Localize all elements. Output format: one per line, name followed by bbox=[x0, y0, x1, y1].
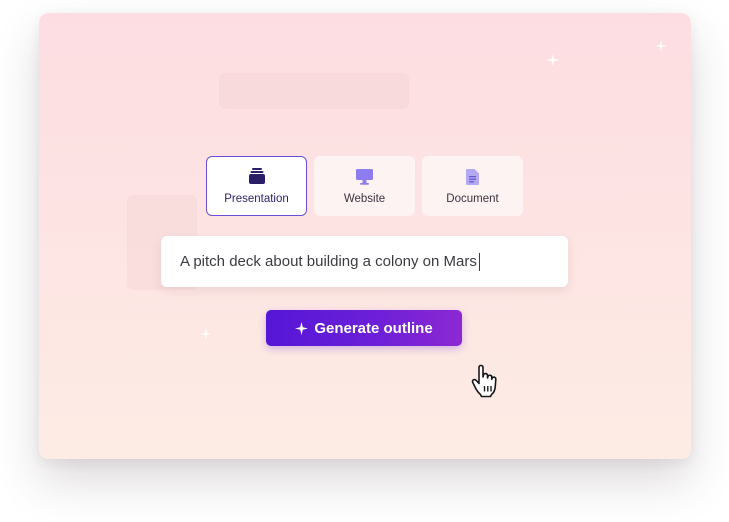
tab-document[interactable]: Document bbox=[422, 156, 523, 216]
tab-website[interactable]: Website bbox=[314, 156, 415, 216]
prompt-input[interactable]: A pitch deck about building a colony on … bbox=[161, 236, 568, 287]
document-icon bbox=[464, 168, 482, 186]
generate-outline-button[interactable]: Generate outline bbox=[266, 310, 462, 346]
generate-label: Generate outline bbox=[314, 319, 433, 337]
hand-pointer-icon bbox=[471, 364, 497, 398]
sparkle-decoration-icon bbox=[200, 328, 212, 340]
monitor-icon bbox=[356, 168, 374, 186]
tab-label: Document bbox=[446, 192, 499, 205]
sparkle-decoration-icon bbox=[546, 53, 560, 67]
prompt-text: A pitch deck about building a colony on … bbox=[180, 253, 477, 270]
sparkle-icon bbox=[295, 321, 309, 335]
tab-label: Website bbox=[343, 192, 386, 205]
text-caret bbox=[478, 252, 481, 271]
tab-label: Presentation bbox=[224, 192, 289, 205]
content-type-tabs: Presentation Website Document bbox=[206, 156, 523, 216]
tab-presentation[interactable]: Presentation bbox=[206, 156, 307, 216]
background-shape bbox=[219, 73, 409, 109]
sparkle-decoration-icon bbox=[655, 40, 667, 52]
presentation-icon bbox=[248, 168, 266, 186]
app-card: Presentation Website Document A pitch de… bbox=[39, 13, 691, 459]
